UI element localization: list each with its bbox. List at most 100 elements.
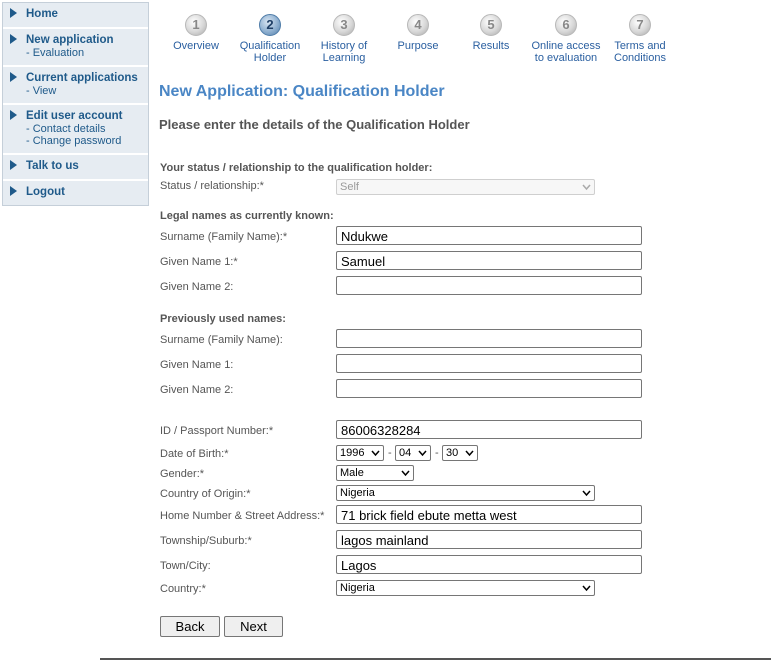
chevron-down-icon bbox=[401, 470, 410, 477]
step-number: 2 bbox=[259, 14, 281, 36]
dob-day-select[interactable]: 30 bbox=[442, 445, 478, 461]
nav-sub-view[interactable]: - View bbox=[26, 85, 142, 97]
gender-label: Gender:* bbox=[160, 468, 205, 480]
step-label: Qualification Holder bbox=[239, 40, 301, 64]
next-button[interactable]: Next bbox=[224, 616, 283, 637]
street-address-label: Home Number & Street Address:* bbox=[160, 510, 325, 522]
chevron-right-icon bbox=[10, 160, 17, 170]
given-name-2-label: Given Name 2: bbox=[160, 281, 234, 293]
step-online-access[interactable]: 6 Online access to evaluation bbox=[526, 14, 606, 64]
step-label: History of Learning bbox=[320, 40, 368, 64]
id-passport-label: ID / Passport Number:* bbox=[160, 425, 274, 437]
id-passport-input[interactable]: 86006328284 bbox=[336, 420, 642, 439]
dob-label: Date of Birth:* bbox=[160, 448, 229, 460]
country-of-origin-select[interactable]: Nigeria bbox=[336, 485, 595, 501]
chevron-down-icon bbox=[418, 450, 427, 457]
chevron-down-icon bbox=[582, 184, 591, 191]
status-heading: Your status / relationship to the qualif… bbox=[160, 162, 433, 174]
gender-select[interactable]: Male bbox=[336, 465, 414, 481]
chevron-right-icon bbox=[10, 186, 17, 196]
country-value: Nigeria bbox=[340, 582, 375, 594]
nav-home[interactable]: Home bbox=[3, 3, 148, 29]
dob-year-select[interactable]: 1996 bbox=[336, 445, 384, 461]
step-number: 3 bbox=[333, 14, 355, 36]
bottom-divider bbox=[100, 658, 771, 660]
step-number: 4 bbox=[407, 14, 429, 36]
nav-edit-user-account[interactable]: Edit user account - Contact details - Ch… bbox=[3, 105, 148, 155]
status-label: Status / relationship:* bbox=[160, 180, 264, 192]
step-label: Online access to evaluation bbox=[531, 40, 601, 64]
step-overview[interactable]: 1 Overview bbox=[156, 14, 236, 52]
chevron-right-icon bbox=[10, 72, 17, 82]
nav-sub-evaluation[interactable]: - Evaluation bbox=[26, 47, 142, 59]
nav-talk-to-us[interactable]: Talk to us bbox=[3, 155, 148, 181]
country-of-origin-label: Country of Origin:* bbox=[160, 488, 251, 500]
given-name-2-input[interactable] bbox=[336, 276, 642, 295]
surname-label: Surname (Family Name):* bbox=[160, 231, 288, 243]
chevron-right-icon bbox=[10, 34, 17, 44]
nav-home-label: Home bbox=[26, 8, 58, 20]
nav-sub-contact-details[interactable]: - Contact details bbox=[26, 123, 142, 135]
street-address-input[interactable]: 71 brick field ebute metta west bbox=[336, 505, 642, 524]
step-terms-and-conditions[interactable]: 7 Terms and Conditions bbox=[600, 14, 680, 64]
status-select-value: Self bbox=[340, 181, 359, 193]
step-number: 6 bbox=[555, 14, 577, 36]
step-label: Purpose bbox=[397, 40, 439, 52]
step-label: Overview bbox=[173, 40, 219, 52]
page-title: New Application: Qualification Holder bbox=[159, 83, 445, 100]
chevron-right-icon bbox=[10, 110, 17, 120]
town-city-label: Town/City: bbox=[160, 560, 211, 572]
township-suburb-label: Township/Suburb:* bbox=[160, 535, 252, 547]
previous-given-name-1-input[interactable] bbox=[336, 354, 642, 373]
country-of-origin-value: Nigeria bbox=[340, 487, 375, 499]
chevron-right-icon bbox=[10, 8, 17, 18]
chevron-down-icon bbox=[582, 585, 591, 592]
township-suburb-input[interactable]: lagos mainland bbox=[336, 530, 642, 549]
step-label: Terms and Conditions bbox=[614, 40, 666, 64]
nav-talk-to-us-label: Talk to us bbox=[26, 160, 79, 172]
step-number: 7 bbox=[629, 14, 651, 36]
chevron-down-icon bbox=[465, 450, 474, 457]
previous-surname-label: Surname (Family Name): bbox=[160, 334, 283, 346]
country-select[interactable]: Nigeria bbox=[336, 580, 595, 596]
dob-separator: - bbox=[388, 447, 392, 459]
surname-input[interactable]: Ndukwe bbox=[336, 226, 642, 245]
given-name-1-input[interactable]: Samuel bbox=[336, 251, 642, 270]
progress-steps: 1 Overview 2 Qualification Holder 3 Histo… bbox=[160, 14, 760, 69]
country-label: Country:* bbox=[160, 583, 206, 595]
step-history-of-learning[interactable]: 3 History of Learning bbox=[304, 14, 384, 64]
legal-names-heading: Legal names as currently known: bbox=[160, 210, 334, 222]
previous-given-name-1-label: Given Name 1: bbox=[160, 359, 234, 371]
chevron-down-icon bbox=[582, 490, 591, 497]
dob-month-value: 04 bbox=[399, 447, 412, 459]
nav-new-application-label: New application bbox=[26, 34, 114, 46]
nav-edit-user-account-label: Edit user account bbox=[26, 110, 123, 122]
previous-given-name-2-label: Given Name 2: bbox=[160, 384, 234, 396]
step-purpose[interactable]: 4 Purpose bbox=[378, 14, 458, 52]
nav-new-application[interactable]: New application - Evaluation bbox=[3, 29, 148, 67]
dob-year-value: 1996 bbox=[340, 447, 365, 459]
page-subtitle: Please enter the details of the Qualific… bbox=[159, 117, 470, 132]
nav-current-applications-label: Current applications bbox=[26, 72, 138, 84]
step-number: 1 bbox=[185, 14, 207, 36]
previous-names-heading: Previously used names: bbox=[160, 313, 286, 325]
step-number: 5 bbox=[480, 14, 502, 36]
dob-month-select[interactable]: 04 bbox=[395, 445, 431, 461]
nav-logout[interactable]: Logout bbox=[3, 181, 148, 205]
nav-sub-change-password[interactable]: - Change password bbox=[26, 135, 142, 147]
previous-given-name-2-input[interactable] bbox=[336, 379, 642, 398]
dob-separator: - bbox=[435, 447, 439, 459]
chevron-down-icon bbox=[371, 450, 380, 457]
sidebar-nav: Home New application - Evaluation Curren… bbox=[2, 2, 149, 206]
town-city-input[interactable]: Lagos bbox=[336, 555, 642, 574]
dob-day-value: 30 bbox=[446, 447, 459, 459]
nav-logout-label: Logout bbox=[26, 186, 65, 198]
nav-current-applications[interactable]: Current applications - View bbox=[3, 67, 148, 105]
given-name-1-label: Given Name 1:* bbox=[160, 256, 238, 268]
gender-value: Male bbox=[340, 467, 364, 479]
back-button[interactable]: Back bbox=[160, 616, 220, 637]
step-qualification-holder[interactable]: 2 Qualification Holder bbox=[230, 14, 310, 64]
previous-surname-input[interactable] bbox=[336, 329, 642, 348]
step-results[interactable]: 5 Results bbox=[451, 14, 531, 52]
status-select[interactable]: Self bbox=[336, 179, 595, 195]
